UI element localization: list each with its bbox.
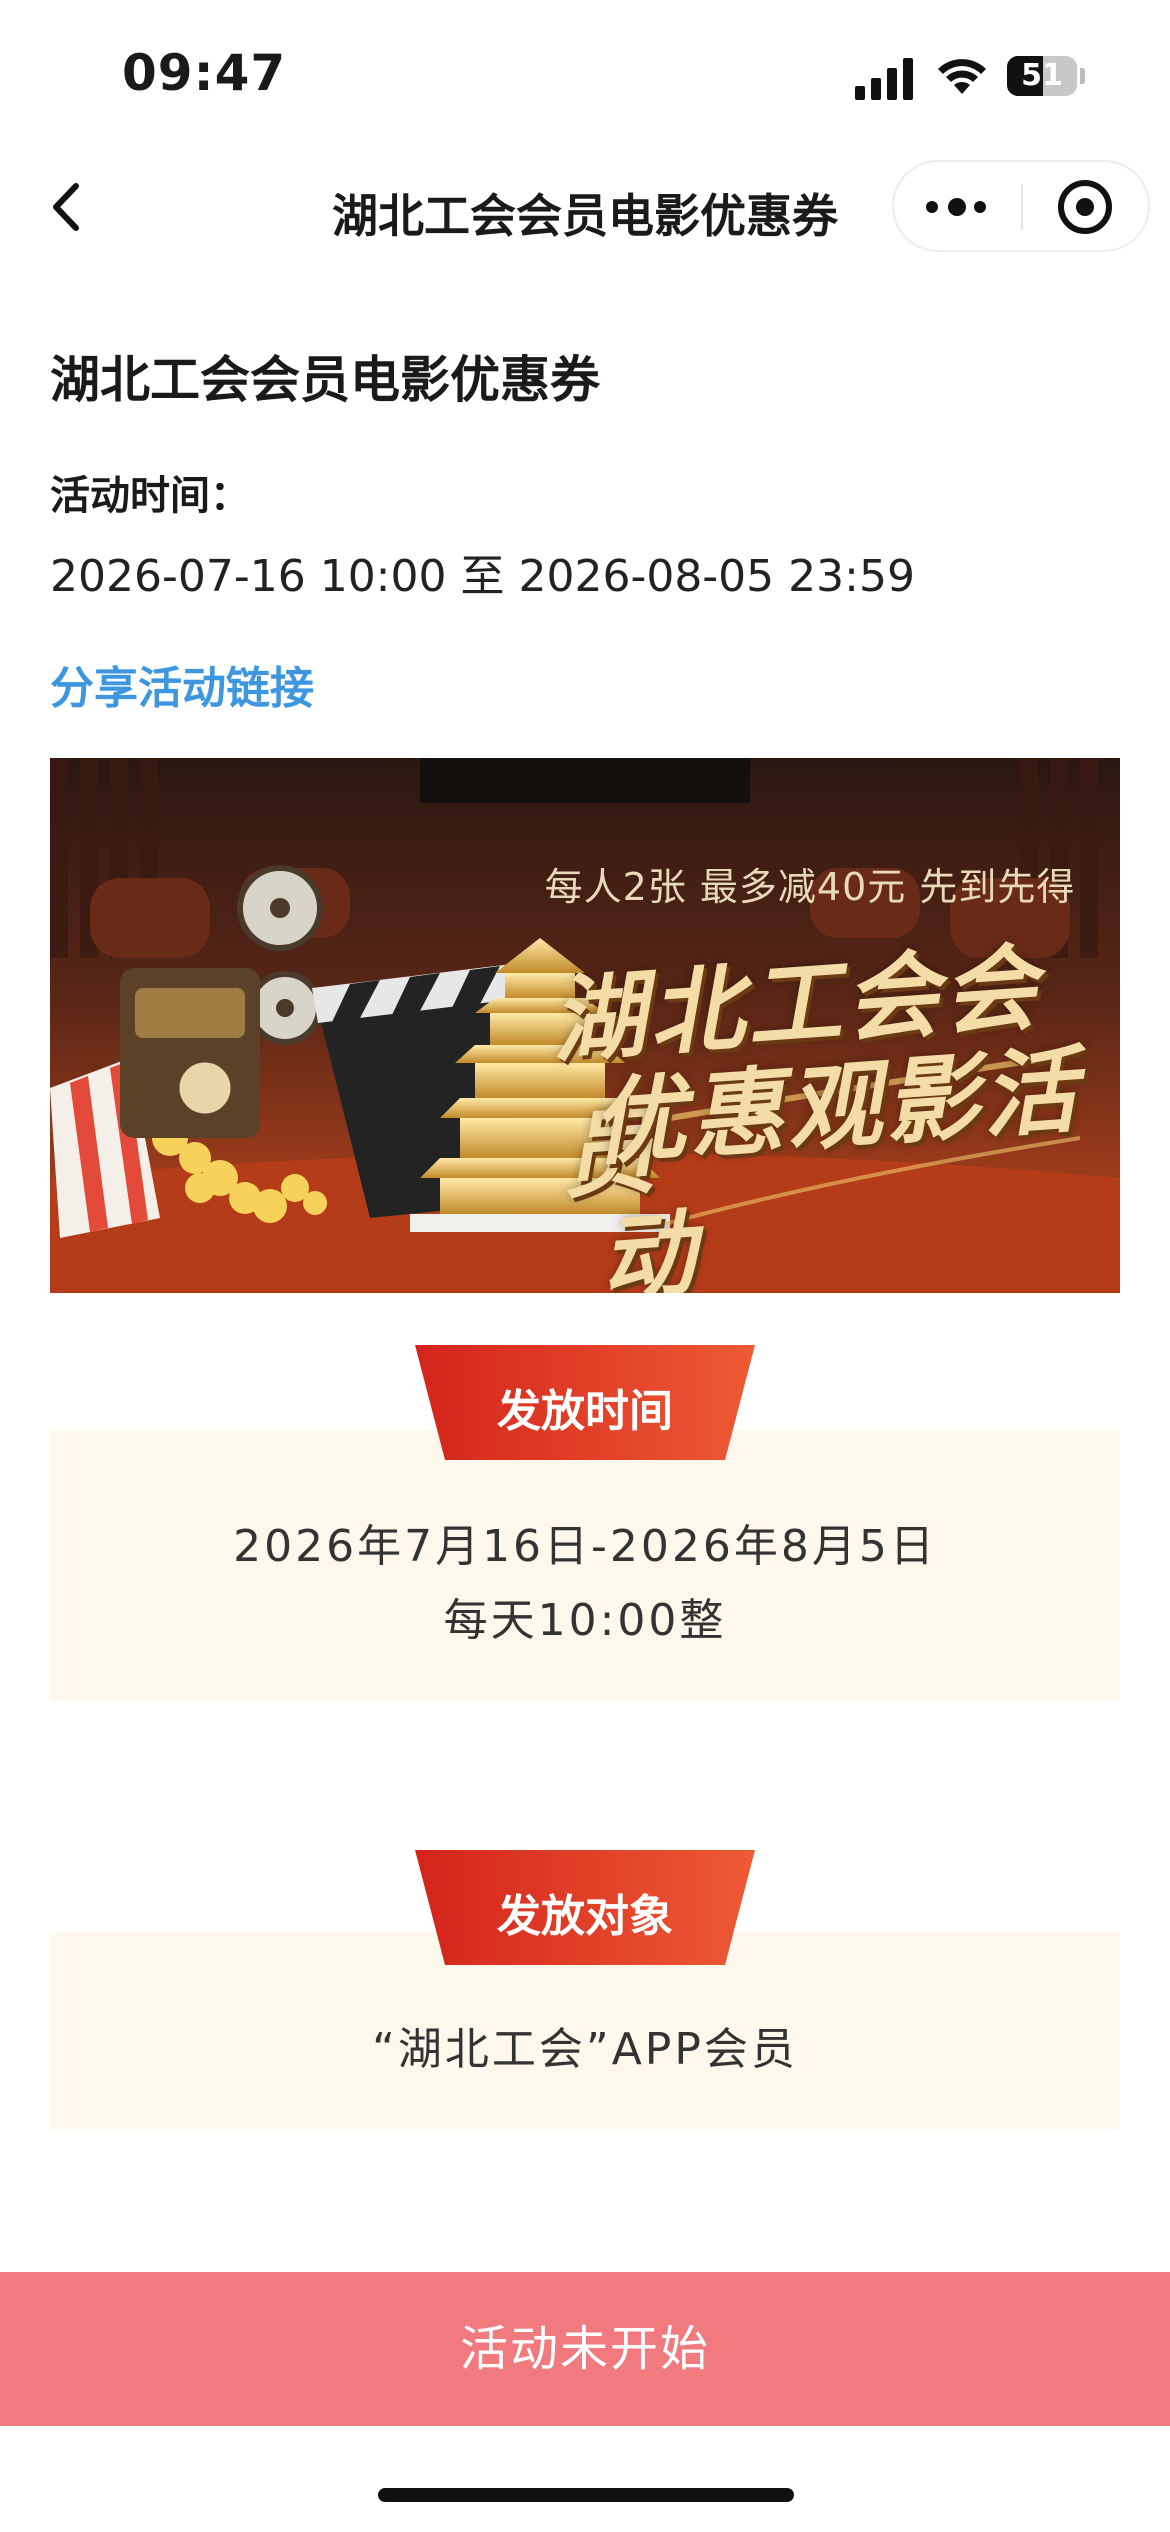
promo-banner: 每人2张 最多减40元 先到先得 湖北工会会员 优惠观影活动 (50, 758, 1120, 1293)
target-audience-text: “湖北工会”APP会员 (372, 2024, 798, 2075)
target-icon[interactable] (1058, 180, 1112, 234)
signal-icon (855, 56, 917, 100)
status-bar: 09:47 51 (0, 0, 1170, 140)
battery-level: 51 (1021, 58, 1063, 93)
home-indicator (378, 2488, 794, 2502)
mini-program-capsule (892, 160, 1150, 252)
capsule-divider (1021, 184, 1023, 230)
navigation-bar: 湖北工会会员电影优惠券 (0, 150, 1170, 262)
activity-time-label: 活动时间： (50, 473, 250, 519)
battery-icon: 51 (1007, 56, 1077, 96)
banner-tagline: 每人2张 最多减40元 先到先得 (544, 865, 1076, 909)
issue-time-dates: 2026年7月16日-2026年8月5日 (233, 1521, 937, 1572)
page-title: 湖北工会会员电影优惠券 (50, 351, 600, 409)
issue-time-daily: 每天10:00整 (443, 1595, 727, 1646)
wifi-icon (938, 59, 986, 94)
activity-status-button[interactable]: 活动未开始 (0, 2272, 1170, 2426)
battery-tip (1080, 68, 1085, 84)
share-activity-link[interactable]: 分享活动链接 (50, 652, 314, 716)
activity-time-range: 2026-07-16 10:00 至 2026-08-05 23:59 (50, 551, 915, 602)
issue-time-box: 2026年7月16日-2026年8月5日 每天10:00整 (50, 1430, 1120, 1700)
status-time: 09:47 (122, 44, 287, 102)
target-audience-heading: 发放对象 (415, 1850, 755, 1965)
target-audience-label: 发放对象 (497, 1891, 673, 1942)
issue-time-label: 发放时间 (497, 1386, 673, 1437)
issue-time-heading: 发放时间 (415, 1345, 755, 1460)
more-icon[interactable] (926, 196, 988, 218)
banner-title-line2: 优惠观影活动 (587, 1035, 1085, 1293)
